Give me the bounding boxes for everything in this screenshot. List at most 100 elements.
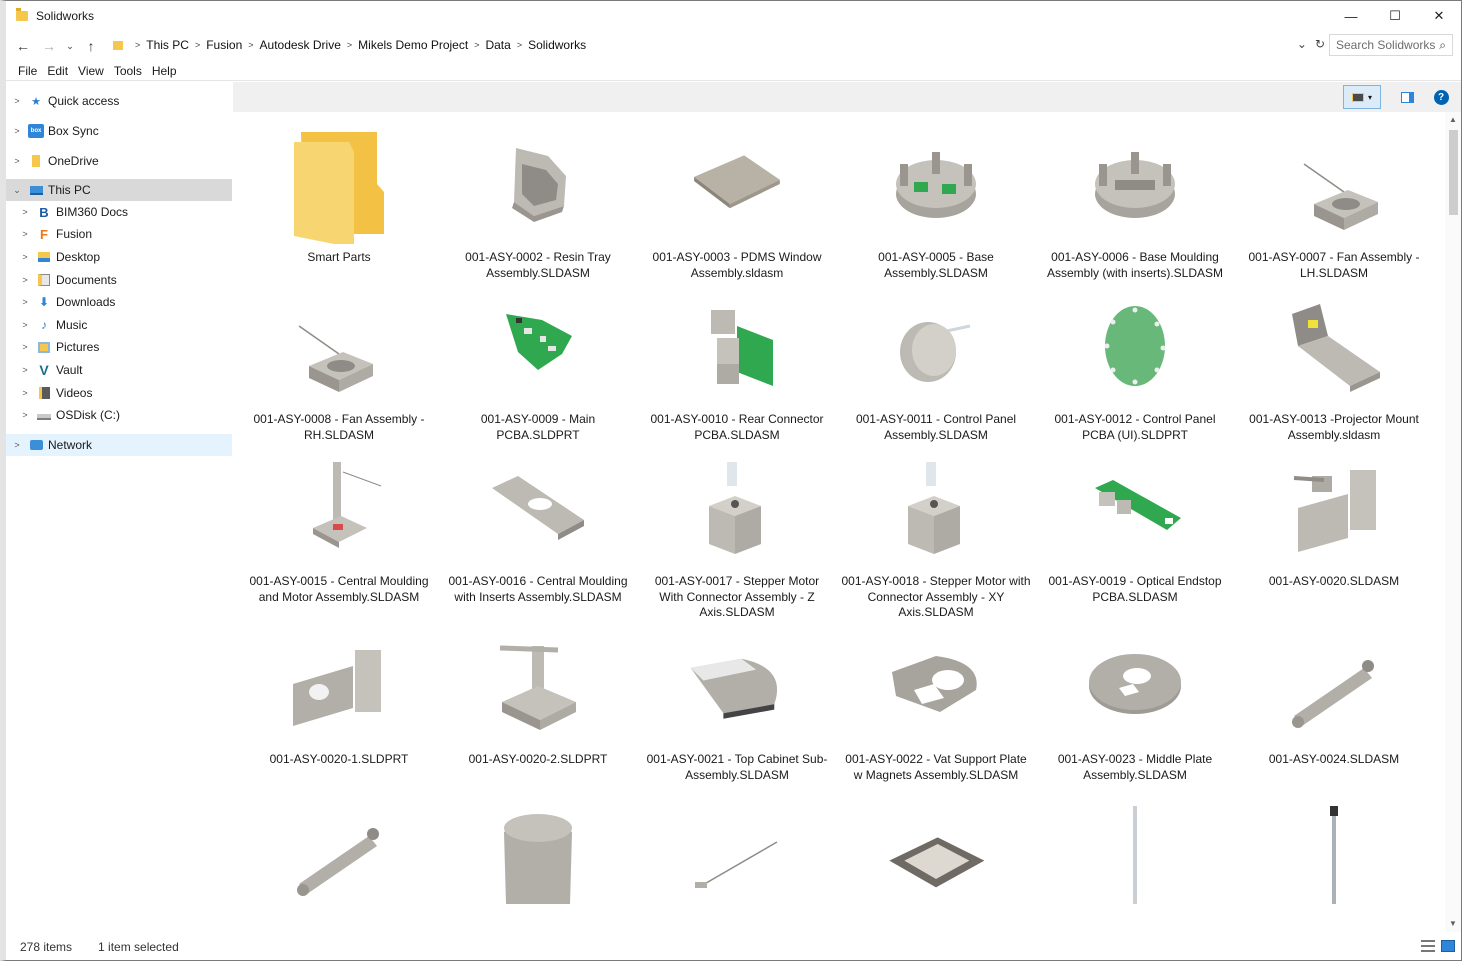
scroll-up-icon[interactable]: ▲: [1445, 112, 1461, 128]
nav-item-vault[interactable]: > V Vault: [6, 359, 232, 381]
search-icon[interactable]: ⌕: [1439, 38, 1446, 53]
scroll-down-icon[interactable]: ▼: [1445, 916, 1461, 932]
file-tile[interactable]: 001-ASY-0021 - Top Cabinet Sub-Assembly.…: [642, 626, 832, 788]
chevron-right-icon[interactable]: >: [20, 275, 30, 285]
nav-item-quick-access[interactable]: > ★ Quick access: [6, 90, 232, 112]
file-tile[interactable]: 001-ASY-0017 - Stepper Motor With Connec…: [642, 448, 832, 619]
nav-item-pictures[interactable]: > Pictures: [6, 336, 232, 358]
chevron-right-icon[interactable]: >: [20, 342, 30, 352]
minimize-button[interactable]: —: [1329, 1, 1373, 31]
file-tile[interactable]: [642, 794, 832, 932]
file-tile[interactable]: 001-ASY-0010 - Rear Connector PCBA.SLDAS…: [642, 286, 832, 448]
chevron-right-icon[interactable]: >: [347, 40, 352, 50]
file-tile[interactable]: 001-ASY-0012 - Control Panel PCBA (UI).S…: [1040, 286, 1230, 448]
breadcrumb-this-pc[interactable]: This PC: [146, 38, 189, 52]
chevron-right-icon[interactable]: >: [20, 410, 30, 420]
nav-item-onedrive[interactable]: > OneDrive: [6, 150, 232, 172]
file-tile[interactable]: 001-ASY-0019 - Optical Endstop PCBA.SLDA…: [1040, 448, 1230, 610]
back-arrow-icon[interactable]: ←: [10, 38, 36, 54]
chevron-right-icon[interactable]: >: [517, 40, 522, 50]
preview-pane-button[interactable]: [1395, 85, 1419, 109]
nav-item-osdisk[interactable]: > OSDisk (C:): [6, 404, 232, 426]
refresh-icon[interactable]: ↻: [1315, 37, 1325, 51]
chevron-right-icon[interactable]: >: [20, 365, 30, 375]
chevron-right-icon[interactable]: >: [248, 40, 253, 50]
breadcrumb-fusion[interactable]: Fusion: [206, 38, 242, 52]
file-tile[interactable]: [1239, 794, 1429, 932]
file-tile[interactable]: Smart Parts: [244, 124, 434, 286]
file-tile[interactable]: 001-ASY-0022 - Vat Support Plate w Magne…: [841, 626, 1031, 788]
box-icon: box: [28, 124, 44, 138]
nav-item-this-pc[interactable]: ⌄ This PC: [6, 179, 232, 201]
file-tile[interactable]: 001-ASY-0005 - Base Assembly.SLDASM: [841, 124, 1031, 286]
breadcrumb-project[interactable]: Mikels Demo Project: [358, 38, 468, 52]
recent-locations-chevron-icon[interactable]: ⌄: [62, 41, 78, 52]
base-assembly-thumbnail: [886, 124, 986, 244]
change-view-button[interactable]: ▾: [1343, 85, 1381, 109]
scrollbar-thumb[interactable]: [1449, 130, 1458, 215]
file-tile[interactable]: 001-ASY-0006 - Base Moulding Assembly (w…: [1040, 124, 1230, 286]
menu-tools[interactable]: Tools: [114, 64, 142, 78]
help-button[interactable]: ?: [1429, 85, 1453, 109]
chevron-right-icon[interactable]: >: [20, 252, 30, 262]
file-tile[interactable]: [443, 794, 633, 932]
file-tile[interactable]: 001-ASY-0013 -Projector Mount Assembly.s…: [1239, 286, 1429, 448]
nav-item-bim360[interactable]: > B BIM360 Docs: [6, 201, 232, 223]
file-tile[interactable]: 001-ASY-0008 - Fan Assembly - RH.SLDASM: [244, 286, 434, 448]
nav-item-downloads[interactable]: > ⬇ Downloads: [6, 291, 232, 313]
search-input[interactable]: Search Solidworks ⌕: [1329, 34, 1453, 56]
chevron-right-icon[interactable]: >: [20, 207, 30, 217]
file-tile[interactable]: 001-ASY-0020-2.SLDPRT: [443, 626, 633, 788]
file-tile[interactable]: 001-ASY-0024.SLDASM: [1239, 626, 1429, 788]
address-bar[interactable]: > This PC > Fusion > Autodesk Drive > Mi…: [108, 34, 1330, 56]
file-tile[interactable]: [244, 794, 434, 932]
chevron-right-icon[interactable]: >: [12, 440, 22, 450]
maximize-button[interactable]: ☐: [1373, 1, 1417, 31]
chevron-right-icon[interactable]: >: [12, 156, 22, 166]
file-tile[interactable]: 001-ASY-0016 - Central Moulding with Ins…: [443, 448, 633, 610]
chevron-right-icon[interactable]: >: [195, 40, 200, 50]
chevron-right-icon[interactable]: >: [12, 96, 22, 106]
chevron-down-icon[interactable]: ⌄: [12, 185, 22, 196]
file-tile[interactable]: [1040, 794, 1230, 932]
file-tile[interactable]: [841, 794, 1031, 932]
nav-item-box-sync[interactable]: > box Box Sync: [6, 120, 232, 142]
file-tile[interactable]: 001-ASY-0015 - Central Moulding and Moto…: [244, 448, 434, 610]
nav-item-music[interactable]: > ♪ Music: [6, 314, 232, 336]
close-button[interactable]: ✕: [1417, 1, 1461, 31]
details-view-icon[interactable]: [1421, 940, 1435, 952]
nav-item-fusion[interactable]: > F Fusion: [6, 223, 232, 245]
file-tile[interactable]: 001-ASY-0011 - Control Panel Assembly.SL…: [841, 286, 1031, 448]
file-tile[interactable]: 001-ASY-0007 - Fan Assembly - LH.SLDASM: [1239, 124, 1429, 286]
chevron-right-icon[interactable]: >: [20, 388, 30, 398]
menu-edit[interactable]: Edit: [47, 64, 68, 78]
chevron-right-icon[interactable]: >: [474, 40, 479, 50]
breadcrumb-solidworks[interactable]: Solidworks: [528, 38, 586, 52]
breadcrumb-autodesk-drive[interactable]: Autodesk Drive: [260, 38, 341, 52]
nav-item-network[interactable]: > Network: [6, 434, 232, 456]
chevron-down-icon[interactable]: ⌄: [1297, 37, 1307, 51]
vertical-scrollbar[interactable]: ▲ ▼: [1445, 112, 1461, 932]
up-arrow-icon[interactable]: ↑: [78, 38, 104, 54]
chevron-right-icon[interactable]: >: [20, 320, 30, 330]
nav-item-documents[interactable]: > Documents: [6, 269, 232, 291]
chevron-right-icon[interactable]: >: [20, 229, 30, 239]
chevron-right-icon[interactable]: >: [12, 126, 22, 136]
menu-help[interactable]: Help: [152, 64, 177, 78]
nav-item-desktop[interactable]: > Desktop: [6, 246, 232, 268]
file-tile[interactable]: 001-ASY-0009 - Main PCBA.SLDPRT: [443, 286, 633, 448]
chevron-right-icon[interactable]: >: [20, 297, 30, 307]
menu-view[interactable]: View: [78, 64, 104, 78]
menu-file[interactable]: File: [18, 64, 37, 78]
file-tile[interactable]: 001-ASY-0018 - Stepper Motor with Connec…: [841, 448, 1031, 619]
forward-arrow-icon[interactable]: →: [36, 38, 62, 54]
breadcrumb-data[interactable]: Data: [485, 38, 510, 52]
file-tile[interactable]: 001-ASY-0020.SLDASM: [1239, 448, 1429, 610]
large-icons-view-icon[interactable]: [1441, 940, 1455, 952]
file-tile[interactable]: 001-ASY-0020-1.SLDPRT: [244, 626, 434, 788]
chevron-right-icon[interactable]: >: [135, 40, 140, 50]
file-tile[interactable]: 001-ASY-0023 - Middle Plate Assembly.SLD…: [1040, 626, 1230, 788]
file-tile[interactable]: 001-ASY-0002 - Resin Tray Assembly.SLDAS…: [443, 124, 633, 286]
file-tile[interactable]: 001-ASY-0003 - PDMS Window Assembly.slda…: [642, 124, 832, 286]
nav-item-videos[interactable]: > Videos: [6, 382, 232, 404]
